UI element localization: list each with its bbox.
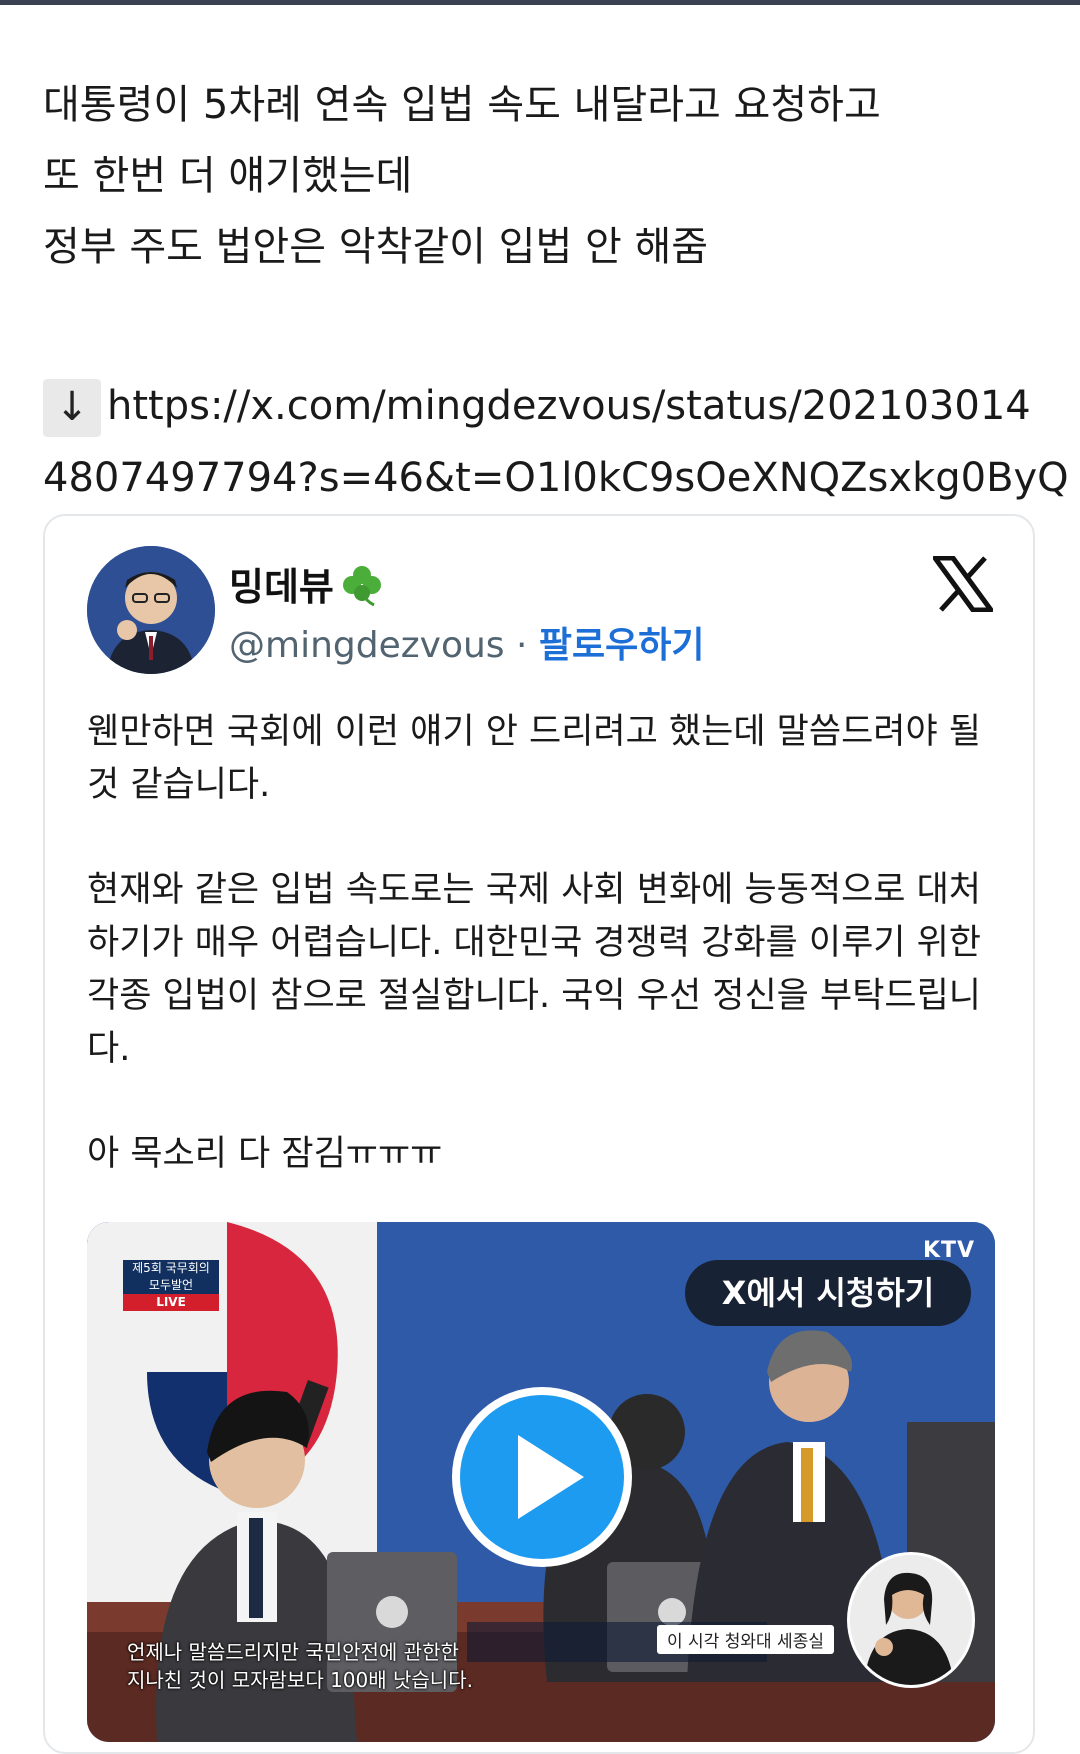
subtitle-line: 지나친 것이 모자람보다 100배 낫습니다. — [127, 1668, 473, 1692]
link-url-part-1[interactable]: https://x.com/mingdezvous/status/2021030… — [107, 383, 1031, 429]
broadcast-tag: 제5회 국무회의 모두발언 LIVE — [123, 1260, 219, 1311]
link-line-1[interactable]: ↓ https://x.com/mingdezvous/status/202103… — [43, 370, 1043, 442]
tag-line: 제5회 국무회의 — [132, 1261, 210, 1275]
video-thumbnail[interactable]: 제5회 국무회의 모두발언 LIVE KTV X에서 시청하기 이 시각 청와대… — [87, 1222, 995, 1742]
play-icon — [518, 1435, 584, 1519]
tweet-paragraph: 현재와 같은 입법 속도로는 국제 사회 변화에 능동적으로 대처하기가 매우 … — [87, 870, 982, 1069]
subtitle-line: 언제나 말씀드리지만 국민안전에 관한한 — [127, 1640, 459, 1664]
follow-button[interactable]: 팔로우하기 — [539, 625, 705, 666]
author-name[interactable]: 밍데뷰 — [229, 556, 384, 616]
tweet-paragraph: 웬만하면 국회에 이런 얘기 안 드리려고 했는데 말씀드려야 될 것 같습니다… — [87, 712, 982, 805]
play-button[interactable] — [452, 1387, 632, 1567]
down-arrow-icon: ↓ — [43, 379, 101, 437]
x-logo-icon[interactable] — [932, 555, 994, 613]
live-badge: LIVE — [123, 1294, 219, 1311]
embedded-tweet-card[interactable]: 밍데뷰 @mingdezvous · 팔로우하기 웬만하면 국회에 이런 얘기 … — [43, 514, 1035, 1754]
author-handle[interactable]: @mingdezvous — [229, 625, 505, 666]
author-handle-row: @mingdezvous · 팔로우하기 — [229, 616, 705, 668]
tag-line: 모두발언 — [148, 1278, 194, 1292]
separator: · — [516, 625, 528, 666]
watch-on-x-button[interactable]: X에서 시청하기 — [685, 1260, 971, 1326]
link-url-part-2[interactable]: 4807497794?s=46&t=O1l0kC9sOeXNQZsxkg0ByQ — [43, 442, 1069, 514]
tweet-paragraph: 아 목소리 다 잠김ㅠㅠㅠ — [87, 1134, 443, 1174]
location-caption: 이 시각 청와대 세종실 — [657, 1625, 834, 1654]
tweet-text: 웬만하면 국회에 이런 얘기 안 드리려고 했는데 말씀드려야 될 것 같습니다… — [87, 706, 987, 1233]
top-bar — [0, 0, 1080, 5]
source-link[interactable]: ↓ https://x.com/mingdezvous/status/202103… — [43, 370, 1069, 514]
post-line: 정부 주도 법안은 악착같이 입법 안 해줌 — [43, 224, 709, 270]
sign-language-interpreter — [847, 1552, 975, 1688]
post-line: 또 한번 더 얘기했는데 — [43, 153, 413, 199]
avatar[interactable] — [87, 546, 215, 674]
post-line: 대통령이 5차례 연속 입법 속도 내달라고 요청하고 — [43, 82, 881, 128]
clover-icon — [340, 563, 384, 616]
post-body: 대통령이 5차례 연속 입법 속도 내달라고 요청하고 또 한번 더 얘기했는데… — [43, 70, 1043, 283]
author-name-text[interactable]: 밍데뷰 — [229, 565, 334, 609]
video-subtitle: 언제나 말씀드리지만 국민안전에 관한한 지나친 것이 모자람보다 100배 낫… — [127, 1638, 473, 1694]
